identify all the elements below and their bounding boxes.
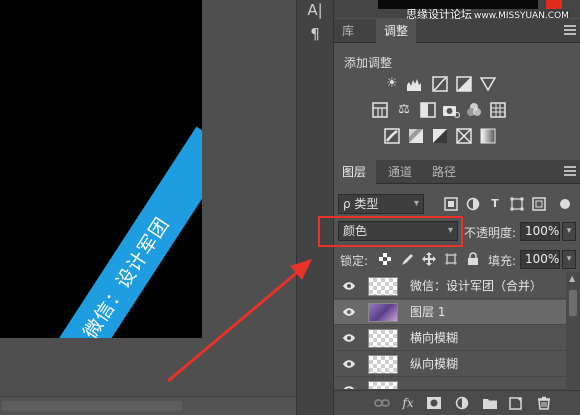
mask-icon[interactable] [426,396,442,410]
paragraph-icon[interactable]: ¶ [303,24,327,44]
layer-kind-filter-dropdown[interactable]: ρ 类型 ▾ [338,194,424,214]
fx-icon[interactable]: fx [400,396,416,410]
layer-row[interactable]: 纵向模糊 [334,352,566,377]
ribbon-text: 微信：设计军团 [78,213,174,338]
eye-icon[interactable] [342,305,356,319]
vibrance-icon[interactable] [479,76,497,92]
color-balance-icon[interactable]: ⚖ [396,102,412,118]
hue-saturation-icon[interactable] [372,102,388,118]
lock-position-icon[interactable] [422,252,436,266]
opacity-input[interactable]: 100% [520,222,560,241]
layer-kind-value: ρ 类型 [343,197,379,211]
layer-thumbnail [368,355,398,374]
selective-color-icon[interactable] [456,128,472,144]
channel-mixer-icon[interactable] [466,102,482,118]
threshold-icon[interactable] [432,128,448,144]
opacity-dropdown-arrow[interactable]: ▾ [562,222,576,241]
lock-all-icon[interactable] [466,252,480,266]
lock-image-pixels-icon[interactable] [400,252,414,266]
horizontal-scrollbar[interactable] [0,396,296,415]
posterize-icon[interactable] [408,128,424,144]
lock-transparent-pixels-icon[interactable] [378,252,392,266]
group-folder-icon[interactable] [482,396,498,410]
vertical-scroll-thumb[interactable] [569,290,577,316]
trash-icon[interactable] [536,396,552,410]
tab-layers[interactable]: 图层 [334,160,376,184]
layer-name: 图层 1 [410,305,446,319]
lock-artboard-icon[interactable] [444,252,458,266]
layer-thumbnail [368,303,398,322]
photo-filter-icon[interactable] [442,102,460,118]
highlight-annotation-box [318,216,463,247]
layer-row-selected[interactable]: 图层 1 [334,300,566,325]
panel-menu-icon[interactable] [564,25,576,35]
panel-icon-strip: A| ¶ [296,0,334,415]
invert-icon[interactable] [384,128,400,144]
black-white-icon[interactable] [420,102,436,118]
tab-paths[interactable]: 路径 [424,160,464,184]
layer-thumbnail [368,381,398,389]
blue-ribbon-banner: 微信：设计军团 [16,126,202,338]
layer-row[interactable] [334,378,566,390]
layer-name: 纵向模糊 [410,357,459,371]
shape-filter-icon[interactable] [510,197,524,211]
exposure-icon[interactable] [456,76,472,92]
scroll-up-arrow-icon[interactable]: ▲ [569,274,575,283]
eye-icon[interactable] [342,383,356,389]
layer-name: 微信：设计军团（合并） [410,279,543,293]
adjustment-filter-icon[interactable] [466,197,480,211]
layer-row[interactable]: 微信：设计军团（合并） [334,274,566,299]
color-lookup-icon[interactable] [490,102,506,118]
tab-library[interactable]: 库 [334,19,368,43]
tab-adjustments[interactable]: 调整 [376,19,417,43]
lock-label: 锁定: [340,254,369,268]
adjustments-tabbar: 库 调整 [334,19,580,43]
chevron-down-icon: ▾ [413,198,419,209]
opacity-label: 不透明度: [464,226,517,240]
character-icon[interactable]: A| [303,0,327,20]
add-adjustment-title: 添加调整 [344,56,393,70]
pixel-filter-icon[interactable] [444,197,458,211]
type-filter-icon[interactable]: T [488,197,502,211]
document-canvas-area[interactable]: 微信：设计军团 [0,0,296,415]
document-image[interactable]: 微信：设计军团 [0,0,202,338]
smart-object-filter-icon[interactable] [532,197,546,211]
layers-bottom-toolbar: fx [334,390,580,415]
levels-icon[interactable] [406,76,422,92]
eye-icon[interactable] [342,357,356,371]
fill-dropdown-arrow[interactable]: ▾ [562,250,576,269]
adjustment-icon[interactable] [454,396,470,410]
horizontal-scroll-thumb[interactable] [2,401,182,411]
curves-icon[interactable] [432,76,448,92]
layer-thumbnail [368,329,398,348]
layers-tabbar: 图层 通道 路径 [334,160,580,184]
eye-icon[interactable] [342,279,356,293]
layer-row[interactable]: 横向模糊 [334,326,566,351]
gradient-map-icon[interactable] [480,128,496,144]
layer-name: 横向模糊 [410,331,459,345]
link-icon[interactable] [374,396,390,410]
right-panels: 思缘设计论坛 www.MISSYUAN.COM 库 调整 添加调整 ☀ ⚖ 图层… [334,0,580,415]
layer-thumbnail [368,277,398,296]
color-swatch-strip: 思缘设计论坛 www.MISSYUAN.COM [334,0,580,21]
fill-label: 填充: [488,254,517,268]
new-layer-icon[interactable] [508,396,524,410]
panel-menu-icon[interactable] [564,166,576,176]
layers-vertical-scrollbar[interactable]: ▲ [566,272,580,390]
brightness-icon[interactable]: ☀ [384,76,400,92]
fill-input[interactable]: 100% [520,250,560,269]
eye-icon[interactable] [342,331,356,345]
filter-toggle-icon[interactable] [558,197,572,211]
tab-channels[interactable]: 通道 [380,160,420,184]
